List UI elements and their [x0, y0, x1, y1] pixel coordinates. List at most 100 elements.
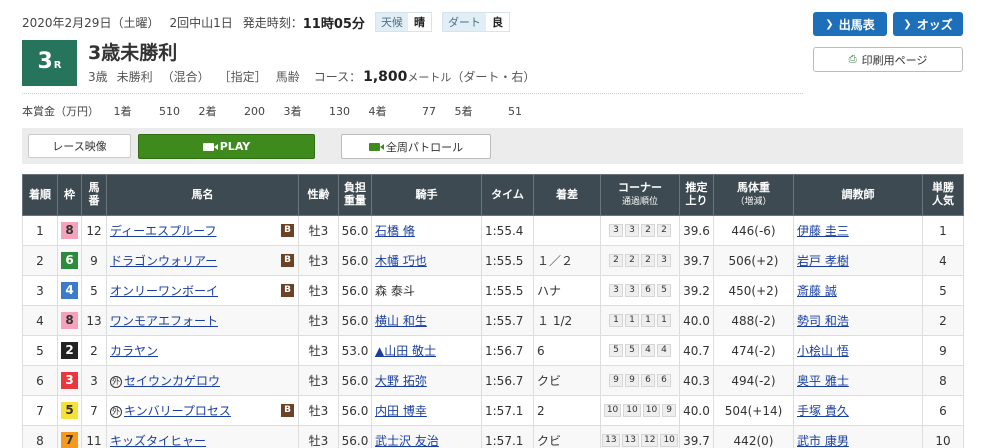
jockey-name-link[interactable]: 内田 博幸 [375, 404, 427, 418]
trainer-name-link[interactable]: 岩戸 孝樹 [797, 254, 849, 268]
jockey-name-link[interactable]: 石橋 脩 [375, 224, 415, 238]
trainer-name-link[interactable]: 伊藤 圭三 [797, 224, 849, 238]
trainer-name-link[interactable]: 勢司 和浩 [797, 314, 849, 328]
prize-place: 1着 [113, 105, 132, 118]
chevron-right-icon: ❯ [825, 18, 834, 30]
jockey-name-link[interactable]: 大野 拓弥 [375, 374, 427, 388]
margin: 6 [533, 335, 601, 366]
last-3f: 39.6 [679, 215, 714, 246]
weight-change: (-2) [754, 343, 776, 358]
trainer-name-link[interactable]: 手塚 貴久 [797, 404, 849, 418]
patrol-video-button[interactable]: 全周パトロール [341, 134, 491, 159]
corner-positions: 5544 [600, 335, 680, 366]
corner-position: 6 [657, 374, 671, 387]
distance-unit: メートル [407, 71, 452, 84]
foreign-mark-badge: 外 [110, 406, 122, 418]
trainer-name-link[interactable]: 小桧山 悟 [797, 344, 849, 358]
margin: ハナ [533, 275, 601, 306]
carried-weight: 56.0 [338, 395, 372, 426]
chevron-right-icon: ❯ [903, 18, 912, 30]
weight-change: (-2) [754, 313, 776, 328]
odds-button[interactable]: ❯ オッズ [893, 12, 963, 36]
play-video-button[interactable]: PLAY [138, 134, 315, 159]
carried-weight: 53.0 [338, 335, 372, 366]
horse-name-link[interactable]: カラヤン [110, 344, 158, 358]
horse-name-link[interactable]: キンバリープロセス [124, 404, 231, 418]
race-number-suffix: R [53, 60, 62, 71]
finish-time: 1:55.5 [481, 245, 534, 276]
horse-name-link[interactable]: オンリーワンボーイ [110, 284, 218, 298]
jockey-name-link[interactable]: 森 泰斗 [375, 284, 415, 298]
horse-name-wrap: カラヤン [108, 342, 298, 359]
body-weight-cell: 506(+2) [713, 245, 794, 276]
last-3f: 40.7 [679, 335, 714, 366]
race-condition: ［指定］ [218, 70, 267, 84]
corner-list: 3322 [602, 224, 679, 237]
horse-name-link[interactable]: セイウンカゲロウ [124, 374, 220, 388]
jockey-cell: 大野 拓弥 [371, 365, 482, 396]
body-weight: 504 [724, 403, 748, 418]
horse-cell: ドラゴンウォリアー B [106, 245, 299, 276]
sex-age: 牡3 [298, 215, 339, 246]
prize-amount: 77 [422, 105, 436, 118]
horse-name-link[interactable]: ディーエスプルーフ [110, 224, 216, 238]
frame-number-badge: 2 [61, 342, 78, 359]
corner-positions: 1111 [600, 305, 680, 336]
body-weight: 474 [731, 343, 755, 358]
last-3f: 39.7 [679, 425, 714, 448]
horse-name-link[interactable]: ドラゴンウォリアー [110, 254, 217, 268]
finish-place: 4 [22, 305, 58, 336]
prize-place: 3着 [283, 105, 302, 118]
trainer-name-link[interactable]: 武市 康男 [797, 434, 849, 448]
jockey-name-link[interactable]: 横山 和生 [375, 314, 427, 328]
col-last3f: 推定 上り [679, 174, 714, 216]
finish-place: 8 [22, 425, 58, 448]
horse-number: 5 [81, 275, 107, 306]
trainer-name-link[interactable]: 奥平 雅士 [797, 374, 849, 388]
table-row: 8 7 11 キッズタイヒャー 牡3 56.0 武士沢 友治 1:57.1 クビ 13 13 12 10… [22, 425, 964, 448]
corner-position: 5 [609, 344, 623, 357]
col-corners: コーナー 通過順位 [600, 174, 680, 216]
corner-positions: 10 10 10 9 [600, 395, 680, 426]
table-row: 6 3 3 外セイウンカゲロウ 牡3 56.0 大野 拓弥 1:56.7 クビ 9 9 6 6 40.3 4… [22, 365, 964, 396]
corner-list: 2223 [602, 254, 679, 267]
horse-name-group: オンリーワンボーイ [110, 282, 218, 299]
print-page-button[interactable]: ⎙ 印刷用ページ [813, 47, 963, 72]
race-result-page: 2020年2月29日（土曜） 2回中山1日 発走時刻： 11時05分 天候 晴 … [0, 0, 1008, 448]
table-row: 7 5 7 外キンバリープロセス B 牡3 56.0 内田 博幸 1:57.1 2 10 10 10 9 4… [22, 395, 964, 426]
jockey-name-link[interactable]: 武士沢 友治 [375, 434, 439, 448]
last-3f: 40.3 [679, 365, 714, 396]
margin: １ 1/2 [533, 305, 601, 336]
trainer-cell: 奥平 雅士 [793, 365, 923, 396]
corner-position: 3 [609, 284, 623, 297]
corner-position: 1 [657, 314, 671, 327]
horse-name-wrap: オンリーワンボーイ B [108, 282, 298, 299]
jockey-name-link[interactable]: 木幡 巧也 [375, 254, 427, 268]
trainer-cell: 手塚 貴久 [793, 395, 923, 426]
horse-number: 2 [81, 335, 107, 366]
horse-name-link[interactable]: キッズタイヒャー [110, 434, 206, 448]
corner-position: 10 [642, 404, 661, 417]
finish-time: 1:55.7 [481, 305, 534, 336]
entries-button[interactable]: ❯ 出馬表 [813, 12, 887, 36]
last-3f: 40.0 [679, 305, 714, 336]
foreign-mark-badge: 外 [110, 376, 122, 388]
corner-position: 9 [625, 374, 639, 387]
corner-position: 5 [625, 344, 639, 357]
frame-number-badge: 5 [61, 402, 78, 419]
frame-number-badge: 8 [61, 312, 78, 329]
sex-age: 牡3 [298, 305, 339, 336]
finish-place: 1 [22, 215, 58, 246]
trainer-name-link[interactable]: 斎藤 誠 [797, 284, 837, 298]
track-label: ダート [442, 13, 486, 31]
last-3f: 40.0 [679, 395, 714, 426]
col-trainer: 調教師 [793, 174, 923, 216]
jockey-name-link[interactable]: 山田 敬士 [384, 344, 436, 358]
table-row: 3 4 5 オンリーワンボーイ B 牡3 56.0 森 泰斗 1:55.5 ハナ 3 3 6 5 39.2 4… [22, 275, 964, 306]
corner-position: 6 [641, 284, 655, 297]
horse-name-link[interactable]: ワンモアエフォート [110, 314, 218, 328]
corner-position: 12 [641, 434, 659, 447]
body-weight-cell: 494(-2) [713, 365, 794, 396]
body-weight: 442 [733, 433, 757, 448]
sex-age: 牡3 [298, 365, 339, 396]
